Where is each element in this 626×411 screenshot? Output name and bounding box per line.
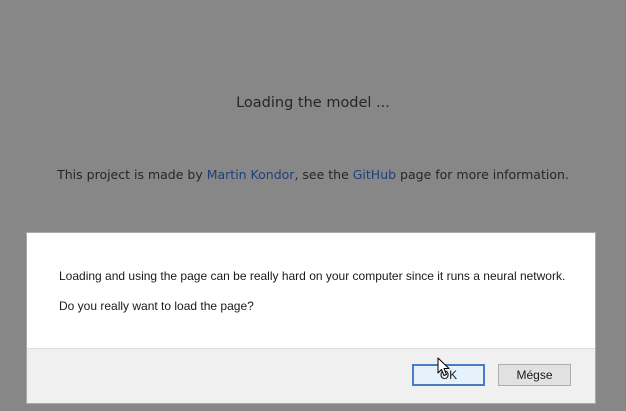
author-link[interactable]: Martin Kondor — [207, 167, 295, 182]
github-link[interactable]: GitHub — [353, 167, 396, 182]
info-line: This project is made by Martin Kondor, s… — [0, 167, 626, 182]
dialog-message: Loading and using the page can be really… — [59, 269, 566, 283]
dialog-question: Do you really want to load the page? — [59, 299, 254, 313]
info-suffix: page for more information. — [396, 167, 569, 182]
cancel-button[interactable]: Mégse — [498, 364, 571, 386]
info-prefix: This project is made by — [57, 167, 207, 182]
ok-button[interactable]: OK — [412, 364, 485, 386]
loading-text: Loading the model ... — [236, 95, 390, 111]
dialog-footer: OK Mégse — [27, 348, 595, 403]
dialog-body: Loading and using the page can be really… — [27, 233, 595, 348]
confirm-dialog: Loading and using the page can be really… — [26, 232, 596, 404]
info-middle: , see the — [294, 167, 353, 182]
